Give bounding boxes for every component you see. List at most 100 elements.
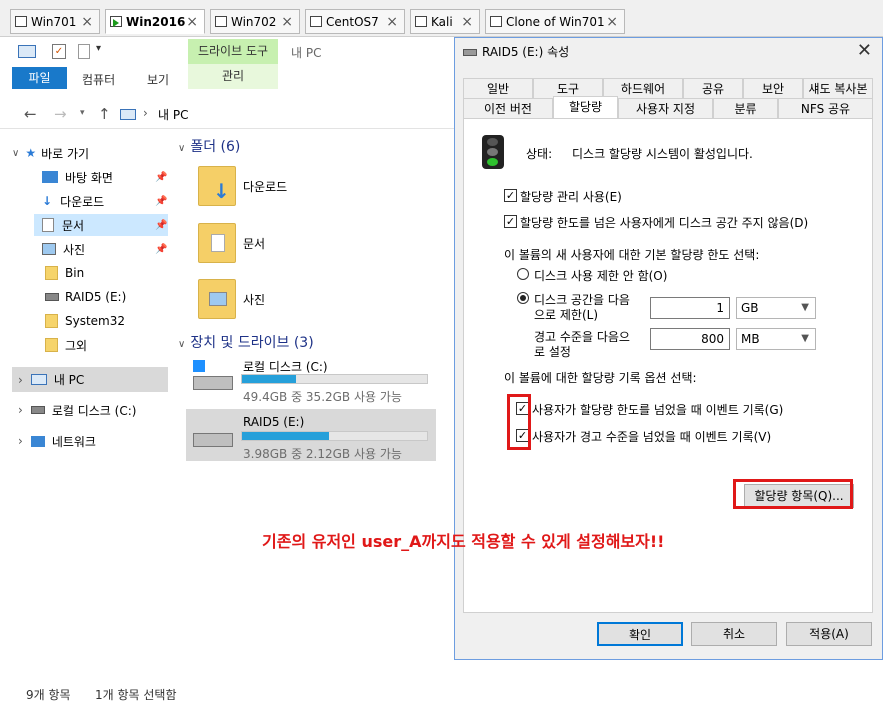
computer-icon[interactable] (18, 45, 36, 58)
drives-section-header[interactable]: ∨ 장치 및 드라이브 (3) (178, 332, 314, 352)
tab-customize[interactable]: 사용자 지정 (618, 98, 713, 118)
tab-hardware[interactable]: 하드웨어 (603, 78, 683, 98)
close-icon[interactable]: × (81, 14, 93, 30)
ok-button[interactable]: 확인 (597, 622, 683, 646)
tab-quota[interactable]: 할당량 (553, 96, 618, 118)
nav-network[interactable]: › 네트워크 (12, 430, 96, 452)
cancel-button[interactable]: 취소 (691, 622, 777, 646)
chevron-right-icon: › (18, 403, 23, 417)
close-icon[interactable]: × (606, 14, 618, 30)
dialog-title: RAID5 (E:) 속성 (463, 43, 569, 60)
close-icon[interactable]: × (281, 14, 293, 30)
deny-space-checkbox[interactable]: ✓ (504, 215, 517, 228)
close-icon[interactable]: × (186, 14, 198, 30)
tab-shadow-copies[interactable]: 섀도 복사본 (803, 78, 873, 98)
folders-section-header[interactable]: ∨ 폴더 (6) (178, 136, 240, 156)
breadcrumb[interactable]: 내 PC (158, 106, 188, 123)
pin-icon[interactable]: 📌 (155, 220, 167, 231)
chevron-down-icon: ▼ (801, 333, 809, 344)
vm-tab-centos7[interactable]: CentOS7 × (305, 9, 405, 34)
pin-icon[interactable]: 📌 (155, 244, 167, 255)
downloads-folder-icon: ↓ (198, 166, 236, 206)
warning-value-input[interactable]: 800 (650, 328, 730, 350)
drive-icon (45, 293, 59, 301)
nav-item-etc[interactable]: 그외 (45, 334, 87, 356)
back-icon[interactable]: ← (24, 105, 37, 123)
tab-nfs-sharing[interactable]: NFS 공유 (778, 98, 873, 118)
properties-icon[interactable]: ✓ (52, 44, 66, 59)
picture-icon (42, 243, 56, 255)
tab-security[interactable]: 보안 (743, 78, 803, 98)
nav-item-raid5[interactable]: RAID5 (E:) (45, 286, 126, 308)
limit-radio[interactable] (517, 292, 529, 304)
annotation-text: 기존의 유저인 user_A까지도 적용할 수 있게 설정해보자!! (262, 532, 665, 551)
chevron-down-icon: ∨ (178, 143, 186, 154)
tab-view[interactable]: 보기 (147, 71, 169, 88)
drive-icon (193, 433, 233, 447)
properties-dialog: RAID5 (E:) 속성 ✕ 일반 도구 하드웨어 공유 보안 섀도 복사본 … (454, 37, 883, 660)
limit-value-input[interactable]: 1 (650, 297, 730, 319)
nav-item-documents[interactable]: 문서 (34, 214, 168, 236)
up-icon[interactable]: ↑ (98, 105, 111, 123)
close-icon[interactable]: × (386, 14, 398, 30)
warning-unit-select[interactable]: MB ▼ (736, 328, 816, 350)
nav-item-desktop[interactable]: 바탕 화면 (42, 166, 168, 188)
drive-item-c[interactable]: 로컬 디스크 (C:) 49.4GB 중 35.2GB 사용 가능 (186, 352, 436, 404)
vm-icon (215, 16, 227, 27)
traffic-light-icon (482, 135, 504, 169)
folder-icon (45, 314, 58, 328)
vm-tab-win2016[interactable]: Win2016 × (105, 9, 205, 34)
highlight-box-quota-entries (733, 479, 853, 509)
tab-tools[interactable]: 도구 (533, 78, 603, 98)
new-folder-icon[interactable] (78, 44, 90, 59)
star-icon: ★ (25, 146, 37, 160)
drive-item-e[interactable]: RAID5 (E:) 3.98GB 중 2.12GB 사용 가능 (186, 409, 436, 461)
drive-usage-bar (241, 374, 428, 384)
file-tab[interactable]: 파일 (12, 67, 67, 89)
tab-manage[interactable]: 관리 (188, 64, 278, 89)
window-title: 내 PC (291, 46, 322, 60)
vm-icon (490, 16, 502, 27)
enable-quota-checkbox[interactable]: ✓ (504, 189, 517, 202)
nav-local-disk[interactable]: › 로컬 디스크 (C:) (12, 399, 136, 421)
folder-item-documents[interactable]: 문서 (194, 219, 424, 269)
pc-icon (30, 374, 47, 385)
nav-quick-access[interactable]: ∨ ★ 바로 가기 (12, 142, 168, 164)
drive-tools-group: 드라이브 도구 (188, 39, 278, 64)
windows-icon (193, 360, 205, 372)
qat-dropdown-icon[interactable]: ▾ (96, 43, 101, 61)
nav-item-bin[interactable]: Bin (45, 262, 84, 284)
vm-tab-clone-win701[interactable]: Clone of Win701 × (485, 9, 625, 34)
nav-item-downloads[interactable]: ↓ 다운로드 (42, 190, 168, 212)
folder-icon (45, 266, 58, 280)
drive-icon (463, 49, 477, 56)
vm-running-icon (110, 16, 122, 27)
tab-computer[interactable]: 컴퓨터 (82, 71, 115, 88)
nav-item-system32[interactable]: System32 (45, 310, 125, 332)
vm-tab-kali[interactable]: Kali × (410, 9, 480, 34)
forward-icon[interactable]: → (54, 105, 67, 123)
folder-icon (45, 338, 58, 352)
nav-item-pictures[interactable]: 사진 (42, 238, 168, 260)
no-limit-radio[interactable] (517, 268, 529, 280)
tab-previous-versions[interactable]: 이전 버전 (463, 98, 553, 118)
pin-icon[interactable]: 📌 (155, 172, 167, 183)
vm-tab-win702[interactable]: Win702 × (210, 9, 300, 34)
folder-item-downloads[interactable]: ↓ 다운로드 (194, 162, 424, 212)
tab-sharing[interactable]: 공유 (683, 78, 743, 98)
drive-usage-bar (241, 431, 428, 441)
limit-unit-select[interactable]: GB ▼ (736, 297, 816, 319)
apply-button[interactable]: 적용(A) (786, 622, 872, 646)
vm-tab-win701[interactable]: Win701 × (10, 9, 100, 34)
close-icon[interactable]: ✕ (857, 40, 872, 61)
status-label: 상태: (526, 147, 553, 161)
tab-general[interactable]: 일반 (463, 78, 533, 98)
pin-icon[interactable]: 📌 (155, 196, 167, 207)
recent-dropdown-icon[interactable]: ▾ (80, 108, 85, 118)
tab-classification[interactable]: 분류 (713, 98, 778, 118)
nav-this-pc[interactable]: › 내 PC (12, 367, 168, 392)
folder-item-pictures[interactable]: 사진 (194, 275, 424, 325)
vm-icon (310, 16, 322, 27)
chevron-down-icon: ∨ (12, 147, 20, 159)
close-icon[interactable]: × (461, 14, 473, 30)
